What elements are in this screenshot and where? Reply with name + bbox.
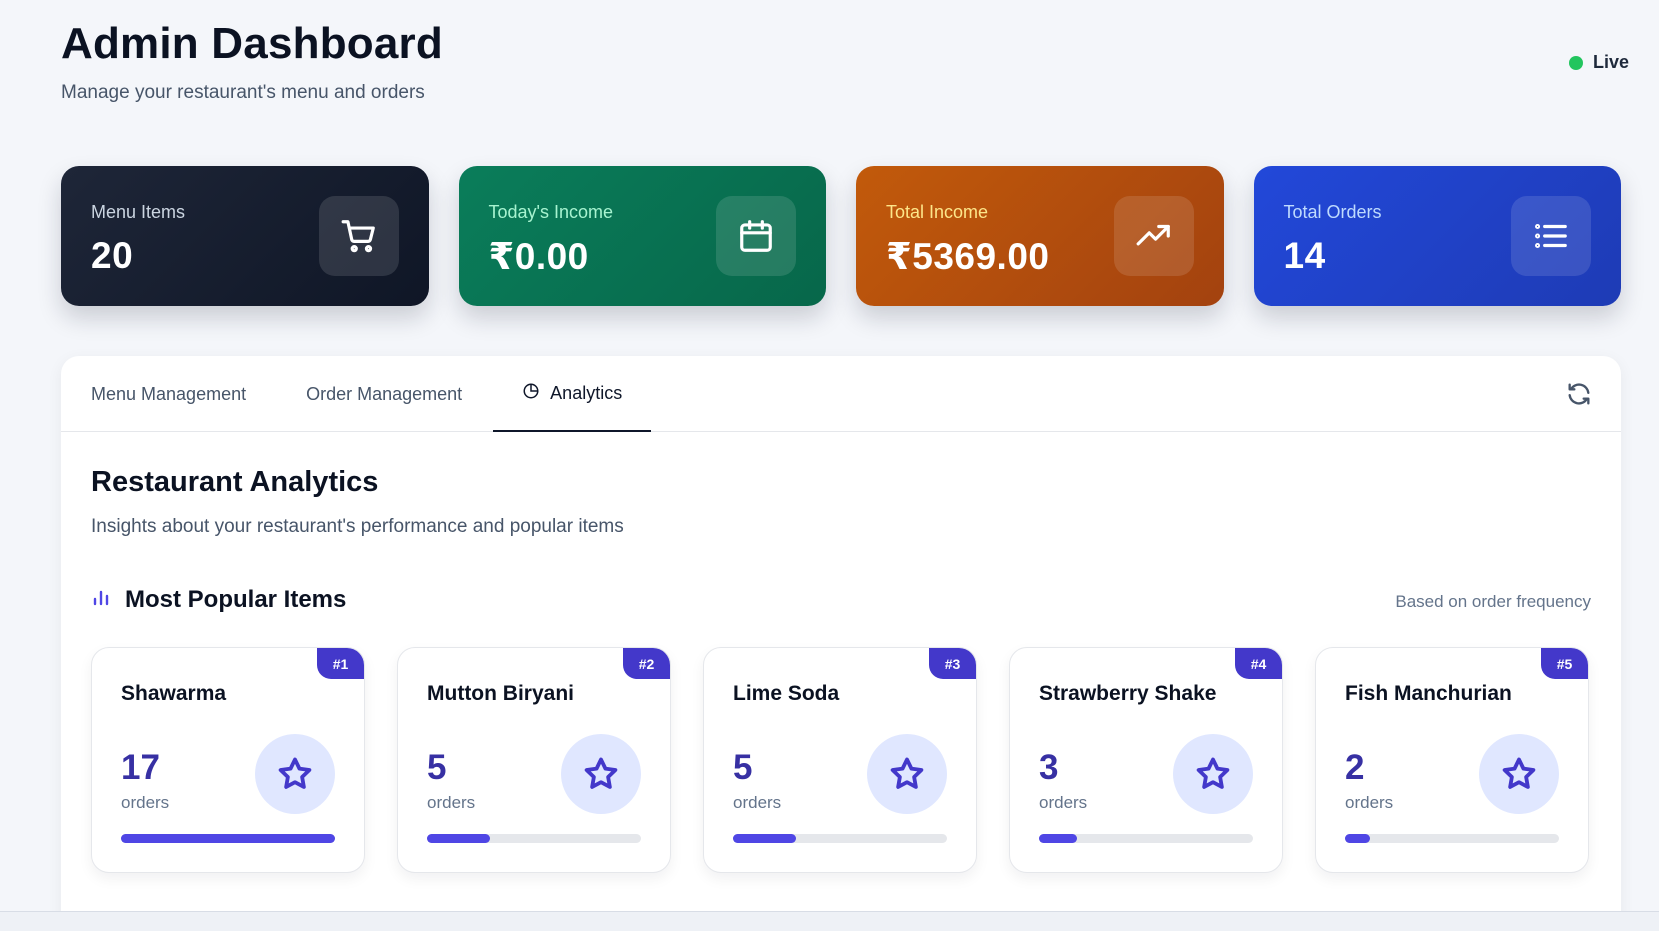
tab-analytics-label: Analytics [550,382,623,403]
item-order-count: 17 [121,748,160,787]
tab-menu-management[interactable]: Menu Management [91,356,246,432]
item-order-unit: orders [121,793,170,812]
popularity-bar [733,834,947,843]
item-order-unit: orders [427,793,476,812]
stats-row: Menu Items 20 Today's Income ₹0.00 Total… [61,166,1621,306]
star-icon [255,734,335,814]
main-panel: Menu Management Order Management Analyti… [61,356,1621,931]
pie-chart-icon [522,382,540,405]
live-status: Live [1568,52,1629,73]
item-order-count: 5 [427,748,447,787]
item-name: Lime Soda [733,682,840,705]
stat-card-menu-items: Menu Items 20 [61,166,429,306]
item-name: Mutton Biryani [427,682,574,705]
star-icon [1173,734,1253,814]
stat-card-todays-income: Today's Income ₹0.00 [458,166,826,306]
page-header: Admin Dashboard Manage your restaurant's… [61,18,1629,108]
live-dot-icon [1568,55,1583,70]
rank-badge: #5 [1541,648,1588,679]
popular-items-title: Most Popular Items [125,586,347,613]
star-icon [1479,734,1559,814]
popular-items-note: Based on order frequency [1395,592,1591,611]
popular-item-card: #4 Strawberry Shake 3 orders [1009,647,1283,873]
analytics-title: Restaurant Analytics [91,466,379,498]
stat-card-total-orders: Total Orders 14 [1253,166,1621,306]
tab-bar: Menu Management Order Management Analyti… [61,356,1621,432]
item-name: Strawberry Shake [1039,682,1217,705]
analytics-subtitle: Insights about your restaurant's perform… [91,516,624,537]
popular-item-card: #5 Fish Manchurian 2 orders [1315,647,1589,873]
trending-up-icon [1113,196,1194,276]
rank-badge: #1 [317,648,364,679]
tab-analytics[interactable]: Analytics [493,356,652,432]
live-status-label: Live [1592,52,1629,72]
popularity-bar [1345,834,1559,843]
rank-badge: #4 [1235,648,1282,679]
star-icon [867,734,947,814]
rank-badge: #3 [929,648,976,679]
item-order-unit: orders [1345,793,1394,812]
popularity-bar [121,834,335,843]
popular-items-heading: Most Popular Items [91,586,346,614]
rank-badge: #2 [623,648,670,679]
cart-icon [318,196,399,276]
page-title: Admin Dashboard [61,19,443,68]
item-order-count: 5 [733,748,753,787]
popularity-bar-fill [1039,834,1077,843]
popular-item-card: #1 Shawarma 17 orders [91,647,365,873]
item-name: Shawarma [121,682,227,705]
popularity-bar-fill [121,834,335,843]
popularity-bar [427,834,641,843]
popularity-bar [1039,834,1253,843]
popular-item-card: #2 Mutton Biryani 5 orders [397,647,671,873]
popular-items-list: #1 Shawarma 17 orders #2 Mutton Biryani … [91,647,1591,877]
stat-card-total-income: Total Income ₹5369.00 [856,166,1224,306]
popular-item-card: #3 Lime Soda 5 orders [703,647,977,873]
item-order-count: 3 [1039,748,1059,787]
calendar-icon [716,196,796,276]
item-order-count: 2 [1345,748,1365,787]
popularity-bar-fill [427,834,490,843]
list-icon [1511,196,1591,276]
item-order-unit: orders [733,793,782,812]
os-taskbar [0,911,1659,931]
popularity-bar-fill [733,834,796,843]
tab-order-management[interactable]: Order Management [306,356,462,432]
refresh-icon[interactable] [1565,380,1593,408]
item-name: Fish Manchurian [1345,682,1512,705]
item-order-unit: orders [1039,793,1088,812]
page-subtitle: Manage your restaurant's menu and orders [61,82,425,103]
star-icon [561,734,641,814]
bar-chart-icon [91,588,111,613]
popularity-bar-fill [1345,834,1371,843]
